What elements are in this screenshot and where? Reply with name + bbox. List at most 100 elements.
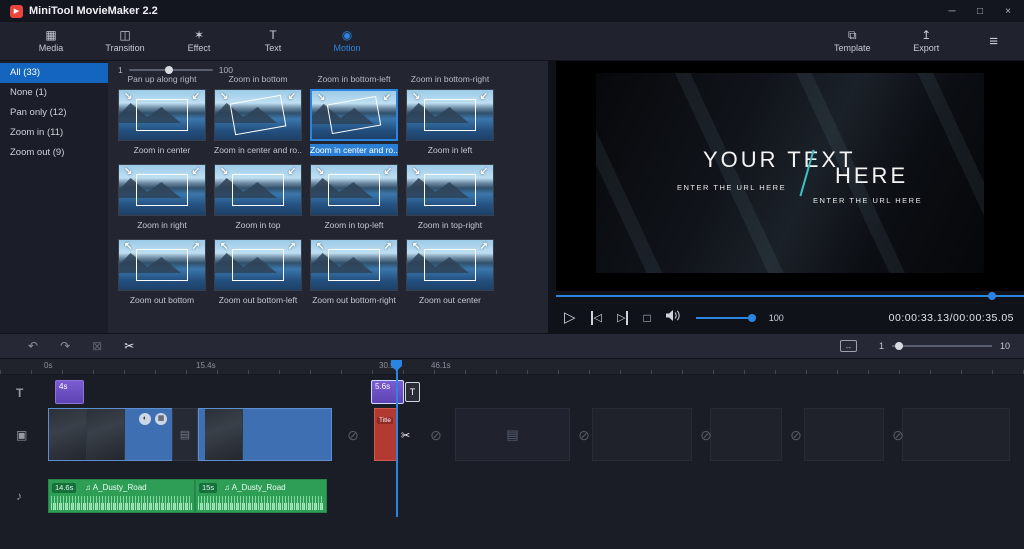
- music-track-icon: ♪: [16, 489, 22, 503]
- preset-thumbnail: ↘ ↙: [118, 89, 206, 141]
- preset-label: Zoom in center and ro...: [310, 144, 398, 156]
- duration-slider[interactable]: 1 100: [118, 65, 233, 75]
- toolbar-right-tabs: ⧉ Template ↥ Export: [815, 29, 963, 54]
- text-clip[interactable]: 5.6s: [371, 380, 404, 404]
- timeline-zoom-slider[interactable]: [891, 342, 992, 350]
- sidebar-item[interactable]: None (1): [0, 83, 108, 103]
- film-slot[interactable]: ▤: [172, 408, 198, 461]
- preset-label: Zoom out center: [419, 295, 481, 305]
- video-light-streaks: [596, 73, 984, 273]
- empty-slot: [592, 408, 692, 461]
- timeline-ruler[interactable]: 0s 15.4s 30.5s 46.1s: [0, 359, 1024, 375]
- timecode: 00:00:33.13/00:00:35.05: [888, 312, 1014, 324]
- duration-max-label: 100: [218, 65, 233, 75]
- preset-item[interactable]: ↘ ↙ Zoom in top-left: [310, 164, 398, 231]
- empty-slot: [710, 408, 782, 461]
- duration-slider-track[interactable]: [128, 66, 213, 74]
- volume-slider[interactable]: [695, 314, 756, 322]
- text-clip-t-badge-icon[interactable]: T: [405, 382, 420, 402]
- seek-handle[interactable]: [988, 292, 996, 300]
- tab-transition[interactable]: ◫ Transition: [88, 29, 162, 54]
- video-clip[interactable]: ◐ ▦: [48, 408, 173, 461]
- split-scissors-icon[interactable]: ✂: [124, 339, 134, 353]
- motion-arrow-icon: ↘: [124, 166, 133, 177]
- transition-placeholder-icon[interactable]: ⊘: [890, 427, 906, 443]
- volume-slider-handle[interactable]: [747, 314, 756, 322]
- motion-panel: 1 100 Pan up along right Zoom in bottom Zo…: [108, 61, 548, 333]
- preset-item[interactable]: ↘ ↙ Zoom in top: [214, 164, 302, 231]
- motion-arrow-icon: ↙: [287, 166, 296, 177]
- music-clip[interactable]: 14.6s ♫ A_Dusty_Road: [48, 479, 195, 513]
- transition-placeholder-icon[interactable]: ⊘: [576, 427, 592, 443]
- delete-icon[interactable]: ⊠: [92, 339, 102, 353]
- preset-label: Zoom out bottom: [129, 295, 195, 305]
- sidebar-item[interactable]: Pan only (12): [0, 103, 108, 123]
- tab-media[interactable]: ▦ Media: [14, 29, 88, 54]
- playback-controls: ▷ ◁ ▷ □ 100 00:00:33.13/00:00:35.05: [556, 303, 1024, 333]
- split-indicator-scissors-icon[interactable]: ✂: [401, 429, 410, 442]
- title-clip-label: Title: [377, 417, 394, 424]
- close-icon[interactable]: ×: [1002, 6, 1014, 17]
- preset-item[interactable]: ↘ ↙ Zoom in right: [118, 164, 206, 231]
- fit-to-timeline-icon[interactable]: ↔: [839, 340, 857, 352]
- effect-icon: ✶: [193, 28, 205, 42]
- seek-bar[interactable]: [556, 292, 1024, 300]
- preset-item[interactable]: ↖ ↗ Zoom out center: [406, 239, 494, 306]
- preset-item[interactable]: ↘ ↙ Zoom in top-right: [406, 164, 494, 231]
- motion-arrow-icon: ↘: [220, 166, 229, 177]
- timeline-zoom-handle[interactable]: [894, 342, 903, 350]
- film-add-icon: ▤: [506, 426, 519, 442]
- tab-text[interactable]: T Text: [236, 29, 310, 54]
- motion-frame-overlay: [232, 249, 284, 281]
- transition-placeholder-icon[interactable]: ⊘: [698, 427, 714, 443]
- partial-preset-label: Zoom in bottom-right: [410, 74, 490, 84]
- empty-video-slot[interactable]: ▤: [455, 408, 570, 461]
- preset-item[interactable]: ↖ ↗ Zoom out bottom-left: [214, 239, 302, 306]
- preset-item[interactable]: ↘ ↙ Zoom in center and ro...: [214, 89, 302, 156]
- menu-icon[interactable]: ≡: [989, 33, 998, 50]
- motion-arrow-icon: ↗: [383, 241, 392, 252]
- playhead[interactable]: [396, 360, 398, 517]
- text-track-icon: T: [16, 386, 24, 400]
- redo-icon[interactable]: ↷: [60, 339, 70, 353]
- tab-label: Text: [264, 43, 282, 53]
- tab-effect[interactable]: ✶ Effect: [162, 28, 236, 54]
- transition-placeholder-icon[interactable]: ⊘: [345, 427, 361, 443]
- preset-item[interactable]: ↖ ↗ Zoom out bottom-right: [310, 239, 398, 306]
- motion-arrow-icon: ↘: [316, 166, 325, 177]
- video-clip[interactable]: [198, 408, 332, 461]
- maximize-icon[interactable]: □: [974, 6, 986, 17]
- play-icon[interactable]: ▷: [564, 310, 576, 325]
- volume-icon[interactable]: [665, 309, 681, 327]
- transition-placeholder-icon[interactable]: ⊘: [788, 427, 804, 443]
- undo-icon[interactable]: ↶: [28, 339, 38, 353]
- preset-item[interactable]: ↘ ↙ Zoom in center and ro...: [310, 89, 398, 156]
- tab-template[interactable]: ⧉ Template: [815, 29, 889, 54]
- tab-label: Motion: [333, 43, 361, 53]
- music-clip[interactable]: 15s ♫ A_Dusty_Road: [195, 479, 327, 513]
- title-clip[interactable]: Title: [374, 408, 397, 461]
- text-clip[interactable]: 4s: [55, 380, 84, 404]
- transition-placeholder-icon[interactable]: ⊘: [428, 427, 444, 443]
- next-frame-icon[interactable]: ▷: [617, 311, 629, 325]
- preset-item[interactable]: ↘ ↙ Zoom in center: [118, 89, 206, 156]
- tab-export[interactable]: ↥ Export: [889, 29, 963, 54]
- ruler-label: 0s: [44, 361, 53, 370]
- preset-item[interactable]: ↘ ↙ Zoom in left: [406, 89, 494, 156]
- motion-frame-overlay: [229, 94, 287, 136]
- sidebar-item[interactable]: Zoom out (9): [0, 143, 108, 163]
- sidebar-item[interactable]: Zoom in (11): [0, 123, 108, 143]
- previous-frame-icon[interactable]: ◁: [590, 311, 602, 325]
- effect-badge-icon: ◐: [139, 413, 151, 425]
- stop-icon[interactable]: □: [643, 311, 650, 325]
- preset-item[interactable]: ↖ ↗ Zoom out bottom: [118, 239, 206, 306]
- duration-slider-handle[interactable]: [164, 66, 173, 74]
- tab-motion[interactable]: ◉ Motion: [310, 29, 384, 54]
- motion-frame-overlay: [136, 174, 188, 206]
- timeline-toolbar: ↶ ↷ ⊠ ✂ ↔ 1 10: [0, 333, 1024, 359]
- sidebar-item[interactable]: All (33): [0, 63, 108, 83]
- minimize-icon[interactable]: ─: [946, 6, 958, 17]
- motion-arrow-icon: ↙: [479, 91, 488, 102]
- preset-label: Zoom in top: [235, 220, 281, 230]
- text-clip-duration: 4s: [59, 382, 68, 391]
